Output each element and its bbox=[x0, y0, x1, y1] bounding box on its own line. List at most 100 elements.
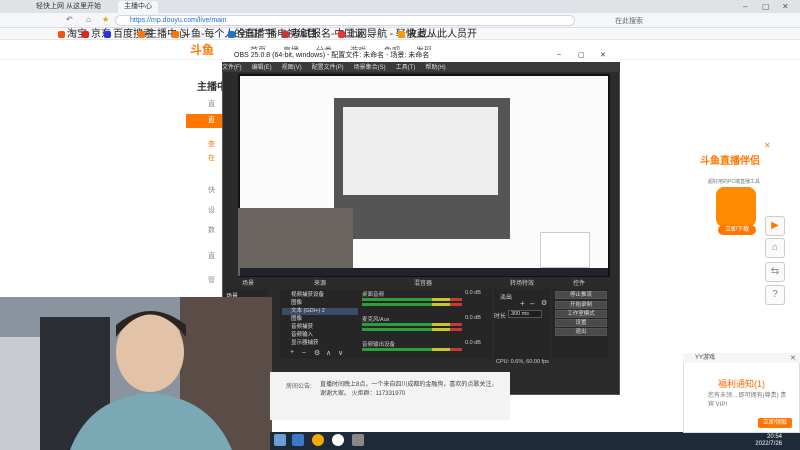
add-transition-icon[interactable]: + bbox=[520, 299, 525, 308]
source-item[interactable]: 图像 bbox=[282, 300, 358, 307]
source-item[interactable]: 图像 bbox=[282, 316, 358, 323]
back-icon[interactable]: ↶ bbox=[66, 15, 73, 24]
exit-button[interactable]: 退出 bbox=[555, 328, 607, 336]
obs-menu-item[interactable]: 视图(V) bbox=[282, 65, 302, 71]
steam-icon[interactable] bbox=[274, 434, 286, 446]
notification-close-icon[interactable]: ✕ bbox=[790, 354, 796, 362]
obs-menu-item[interactable]: 文件(F) bbox=[222, 65, 242, 71]
source-settings-icon[interactable]: ⚙ bbox=[314, 349, 320, 357]
download-button[interactable]: 立即下载 bbox=[718, 225, 756, 235]
mixer-channel-level: 0.0 dB bbox=[465, 315, 481, 321]
start-recording-button[interactable]: 开始录制 bbox=[555, 301, 607, 309]
notification-body: 您有未领... 即可拥有(尊贵) 贵宾 VIP! bbox=[708, 393, 787, 408]
source-item[interactable]: 音频捕获 bbox=[282, 324, 358, 331]
remove-source-icon[interactable]: – bbox=[302, 349, 306, 356]
source-item[interactable]: 视频捕获设备 bbox=[282, 292, 358, 299]
ad-title: 斗鱼直播伴侣 bbox=[700, 156, 760, 167]
side-menu-item[interactable]: 直 bbox=[186, 98, 222, 112]
duration-input[interactable]: 300 ms bbox=[508, 310, 542, 318]
panel-header-scenes: 场景 bbox=[242, 281, 255, 287]
url-input[interactable]: https://mp.douyu.com/live/main bbox=[115, 15, 575, 26]
side-menu-item[interactable]: 管 bbox=[186, 274, 222, 288]
home-icon[interactable]: ⌂ bbox=[765, 238, 785, 258]
remove-transition-icon[interactable]: – bbox=[530, 299, 534, 308]
obs-menu-bar: 文件(F) 编辑(E) 视图(V) 配置文件(P) 场景集合(S) 工具(T) 帮助(H) bbox=[222, 62, 620, 72]
home-icon[interactable]: ⌂ bbox=[86, 15, 91, 24]
preview-nested-screen bbox=[343, 107, 498, 195]
transition-settings-icon[interactable]: ⚙ bbox=[541, 299, 547, 307]
douyu-app-icon bbox=[716, 187, 756, 227]
play-icon[interactable]: ▶ bbox=[765, 216, 785, 236]
move-up-icon[interactable]: ∧ bbox=[326, 349, 331, 357]
close-icon[interactable]: ✕ bbox=[782, 2, 789, 11]
side-menu-item[interactable]: 直 bbox=[186, 250, 222, 264]
obs-icon[interactable] bbox=[332, 434, 344, 446]
favorite-star-icon[interactable]: ★ bbox=[102, 15, 109, 24]
side-menu-item-active[interactable]: 直 bbox=[186, 114, 222, 128]
ad-subtitle: 超好用的PC端直播工具 bbox=[708, 179, 760, 185]
mixer-meter bbox=[362, 348, 462, 351]
browser-tab[interactable]: 轻快上网 从这里开始 bbox=[30, 1, 107, 13]
preview-taskbar bbox=[240, 268, 608, 276]
notification-title: 福利通知(1) bbox=[718, 379, 765, 389]
announcement-text: 直播时间晚上8点，一个来自四川成都的金融狗，喜欢的点歌关注，谢谢大家。 火炬群：… bbox=[320, 382, 498, 397]
obs-menu-item[interactable]: 场景集合(S) bbox=[354, 65, 386, 71]
duration-label: 时长 bbox=[494, 314, 507, 320]
studio-mode-button[interactable]: 工作室模式 bbox=[555, 310, 607, 318]
browser-tab-active[interactable]: 主播中心 bbox=[118, 1, 158, 13]
mixer-channel-label: 麦克风/Aux bbox=[362, 317, 390, 323]
source-item[interactable]: 文本 (GDI+) 2 bbox=[282, 308, 358, 315]
announcement-label: 房间公告: bbox=[286, 384, 312, 390]
add-source-icon[interactable]: + bbox=[290, 349, 294, 356]
obs-status-bar: CPU: 0.6%, 60.00 fps bbox=[496, 359, 549, 365]
panel-header-mixer: 混音器 bbox=[414, 281, 433, 287]
maximize-icon[interactable]: ▢ bbox=[762, 2, 770, 11]
side-menu-item[interactable]: 查 bbox=[186, 138, 222, 152]
source-item[interactable]: 显示器捕获 bbox=[282, 340, 358, 347]
side-menu-item[interactable]: 设 bbox=[186, 204, 222, 218]
help-icon[interactable]: ? bbox=[765, 285, 785, 305]
webcam-overlay bbox=[0, 297, 272, 450]
panel-header-sources: 来源 bbox=[314, 281, 327, 287]
move-down-icon[interactable]: ∨ bbox=[338, 349, 343, 357]
notification-header: YY游戏 bbox=[683, 353, 800, 363]
obs-maximize-icon[interactable]: ▢ bbox=[578, 51, 585, 59]
settings-button[interactable]: 设置 bbox=[555, 319, 607, 327]
source-item[interactable]: 音频输入 bbox=[282, 332, 358, 339]
mixer-meter bbox=[362, 298, 462, 301]
mixer-channel-level: 0.0 dB bbox=[465, 340, 481, 346]
obs-menu-item[interactable]: 编辑(E) bbox=[252, 65, 272, 71]
side-menu-item[interactable]: 快 bbox=[186, 184, 222, 198]
side-menu-item[interactable]: 在 bbox=[186, 152, 222, 166]
panel-header-transitions: 转场特效 bbox=[510, 281, 535, 287]
claim-button[interactable]: 立即领取 bbox=[758, 418, 792, 428]
minimize-icon[interactable]: – bbox=[743, 2, 747, 11]
app-icon[interactable] bbox=[352, 434, 364, 446]
obs-menu-item[interactable]: 帮助(H) bbox=[425, 65, 445, 71]
clock-date: 2022/7/26 bbox=[755, 441, 782, 447]
obs-menu-item[interactable]: 工具(T) bbox=[396, 65, 416, 71]
preview-popup bbox=[540, 232, 590, 268]
side-menu-item[interactable]: 数 bbox=[186, 224, 222, 238]
system-clock[interactable]: 20:54 2022/7/26 bbox=[748, 434, 782, 448]
search-label[interactable]: 在此搜索 bbox=[615, 16, 643, 26]
mixer-meter bbox=[362, 328, 462, 331]
preview-webcam bbox=[238, 208, 353, 276]
browser-icon[interactable] bbox=[312, 434, 324, 446]
bookmark-item[interactable]: 收藏从此人员开 bbox=[398, 29, 477, 40]
panel-header-controls: 控件 bbox=[573, 281, 586, 287]
stop-streaming-button[interactable]: 停止推流 bbox=[555, 291, 607, 299]
windows-taskbar bbox=[270, 432, 800, 450]
ad-close-icon[interactable]: ✕ bbox=[764, 141, 771, 150]
webcam-image bbox=[0, 297, 272, 450]
mixer-meter bbox=[362, 303, 462, 306]
mixer-channel-label: 桌面音频 bbox=[362, 292, 385, 298]
obs-minimize-icon[interactable]: – bbox=[557, 51, 561, 58]
obs-menu-item[interactable]: 配置文件(P) bbox=[312, 65, 344, 71]
mixer-channel-label: 音频输出设备 bbox=[362, 342, 396, 348]
transition-select[interactable]: 淡出 bbox=[500, 292, 512, 301]
app-icon[interactable] bbox=[292, 434, 304, 446]
obs-close-icon[interactable]: ✕ bbox=[600, 51, 606, 59]
screen-share-icon[interactable]: ⇆ bbox=[765, 262, 785, 282]
clock-time: 20:54 bbox=[766, 434, 782, 440]
